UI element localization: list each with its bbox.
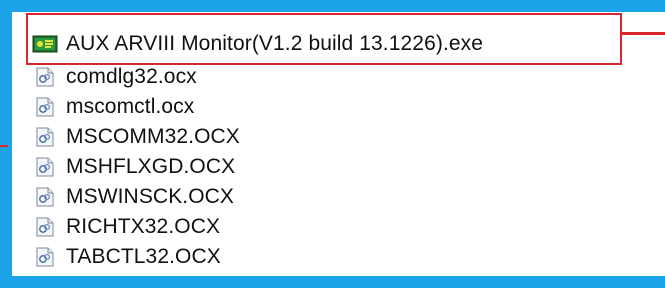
callout-line <box>622 32 665 35</box>
ocx-file-icon <box>36 187 54 207</box>
highlight-box <box>26 13 622 65</box>
file-item-ocx[interactable]: MSWINSCK.OCX <box>28 182 483 212</box>
file-name: comdlg32.ocx <box>66 65 197 88</box>
file-item-ocx[interactable]: comdlg32.ocx <box>28 62 483 92</box>
file-item-ocx[interactable]: MSHFLXGD.OCX <box>28 152 483 182</box>
file-item-ocx[interactable]: mscomctl.ocx <box>28 92 483 122</box>
file-item-ocx[interactable]: RICHTX32.OCX <box>28 212 483 242</box>
ocx-file-icon <box>36 67 54 87</box>
ocx-file-icon <box>36 127 54 147</box>
ocx-file-icon <box>36 247 54 267</box>
file-item-ocx[interactable]: MSCOMM32.OCX <box>28 122 483 152</box>
left-callout-arrow <box>0 145 8 147</box>
file-name: MSCOMM32.OCX <box>66 125 240 148</box>
file-name: TABCTL32.OCX <box>66 245 221 268</box>
ocx-file-icon <box>36 157 54 177</box>
file-item-ocx[interactable]: TABCTL32.OCX <box>28 242 483 272</box>
file-name: MSWINSCK.OCX <box>66 185 235 208</box>
file-name: MSHFLXGD.OCX <box>66 155 236 178</box>
file-name: RICHTX32.OCX <box>66 215 221 238</box>
ocx-file-icon <box>36 97 54 117</box>
file-name: mscomctl.ocx <box>66 95 195 118</box>
ocx-file-icon <box>36 217 54 237</box>
